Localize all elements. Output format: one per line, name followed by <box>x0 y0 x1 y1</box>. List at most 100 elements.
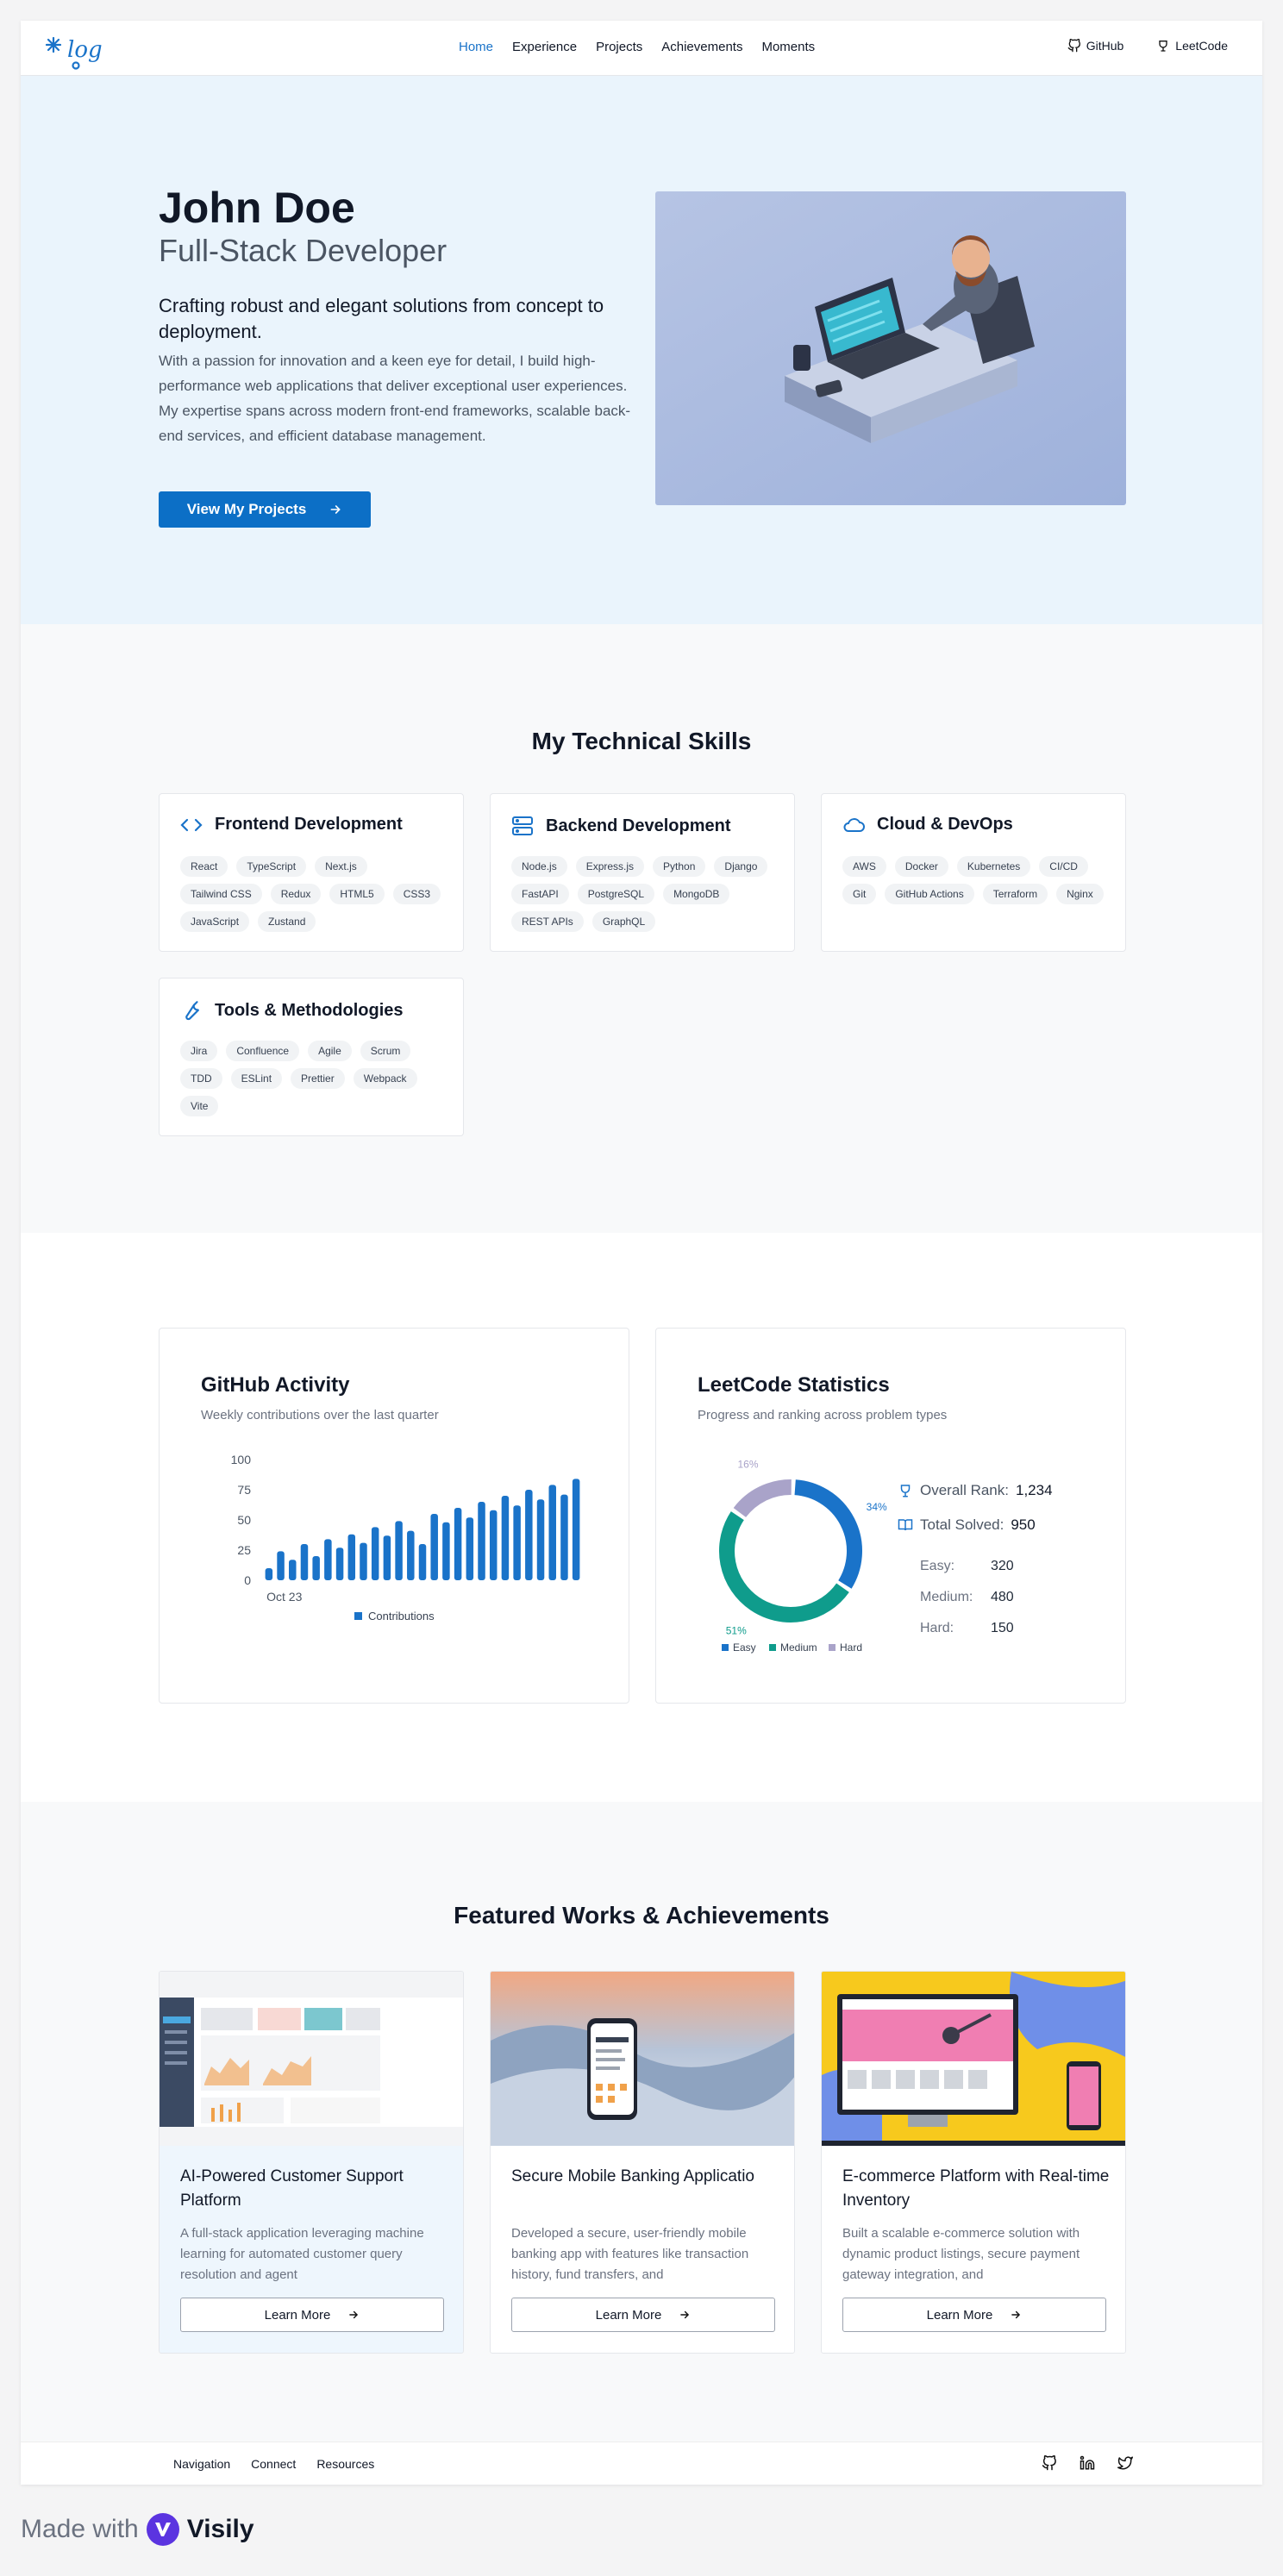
difficulty-label: Hard: <box>920 1621 954 1635</box>
contribution-bar <box>501 1496 510 1580</box>
contribution-bar <box>289 1560 297 1580</box>
nav-home[interactable]: Home <box>459 40 493 54</box>
contribution-bar <box>383 1535 391 1580</box>
learn-more-button[interactable]: Learn More <box>511 2298 775 2332</box>
hero-tagline: Crafting robust and elegant solutions fr… <box>159 295 604 342</box>
donut-slice <box>719 1511 849 1623</box>
skill-tag: Confluence <box>226 1041 300 1061</box>
overall-rank-value: 1,234 <box>1015 1482 1053 1498</box>
slice-label: 34% <box>867 1501 887 1513</box>
leetcode-donut-chart: 34% 51% 16% Easy Medium Hard <box>719 1459 887 1654</box>
skill-tag: Django <box>714 856 768 877</box>
github-label: GitHub <box>1086 39 1124 53</box>
nav-experience[interactable]: Experience <box>512 40 577 54</box>
skill-tag: MongoDB <box>663 884 730 904</box>
learn-more-button[interactable]: Learn More <box>842 2298 1106 2332</box>
contribution-bar <box>347 1534 356 1580</box>
github-icon[interactable] <box>1042 2455 1057 2471</box>
top-navbar: log Home Experience Projects Achievement… <box>21 21 1262 76</box>
learn-more-label: Learn More <box>595 2307 662 2323</box>
contribution-bar <box>360 1542 367 1580</box>
made-with-visily-badge[interactable]: Made with Visily <box>21 2512 254 2547</box>
nav-achievements[interactable]: Achievements <box>661 40 742 54</box>
book-icon <box>898 1519 913 1531</box>
footer-links: Navigation Connect Resources <box>173 2457 374 2471</box>
portfolio-page: log Home Experience Projects Achievement… <box>21 21 1262 2485</box>
skill-tag: TypeScript <box>236 856 307 877</box>
skill-card-tools: Tools & Methodologies Jira Confluence Ag… <box>159 978 464 1136</box>
leetcode-link[interactable]: LeetCode <box>1156 39 1228 53</box>
footer-link-navigation[interactable]: Navigation <box>173 2457 230 2471</box>
y-tick-label: 50 <box>237 1513 251 1527</box>
learn-more-button[interactable]: Learn More <box>180 2298 444 2332</box>
contribution-bar <box>300 1544 309 1580</box>
contribution-bar <box>525 1490 533 1580</box>
code-icon <box>180 818 203 831</box>
skill-card-title: Cloud & DevOps <box>877 815 1013 834</box>
skill-tag: Kubernetes <box>956 856 1031 877</box>
contribution-bar <box>572 1479 580 1580</box>
nav-projects[interactable]: Projects <box>596 40 642 54</box>
legend-swatch <box>722 1644 729 1651</box>
difficulty-value: 320 <box>991 1559 1014 1573</box>
skill-tag: Docker <box>894 856 948 877</box>
nav-external-links: GitHub LeetCode <box>1067 39 1228 53</box>
donut-slice <box>794 1479 862 1589</box>
contribution-bar <box>466 1517 474 1580</box>
contribution-bar <box>371 1527 379 1580</box>
legend-label: Easy <box>733 1641 756 1654</box>
contribution-bar <box>489 1510 498 1580</box>
difficulty-value: 480 <box>991 1590 1014 1604</box>
skill-card-backend: Backend Development Node.js Express.js P… <box>490 793 795 952</box>
overall-rank: Overall Rank: 1,234 <box>898 1482 1053 1499</box>
view-projects-button[interactable]: View My Projects <box>159 491 371 528</box>
work-card-ecommerce: E-commerce Platform with Real-time Inven… <box>821 1971 1126 2354</box>
skill-tag: Express.js <box>575 856 645 877</box>
skill-tag: JavaScript <box>180 911 250 932</box>
arrow-right-icon <box>680 2310 690 2319</box>
skill-card-frontend: Frontend Development React TypeScript Ne… <box>159 793 464 952</box>
nav-moments[interactable]: Moments <box>761 40 815 54</box>
skill-tag: Nginx <box>1056 884 1104 904</box>
work-description: Built a scalable e-commerce solution wit… <box>842 2226 1080 2282</box>
work-description: Developed a secure, user-friendly mobile… <box>511 2226 749 2282</box>
total-solved-label: Total Solved: <box>920 1516 1004 1533</box>
github-link[interactable]: GitHub <box>1067 39 1124 53</box>
visily-logo-icon <box>146 2513 179 2546</box>
stats-section: GitHub Activity Weekly contributions ove… <box>21 1233 1262 1802</box>
skill-tag: Webpack <box>353 1068 417 1089</box>
arrow-right-icon <box>349 2310 359 2319</box>
work-description: A full-stack application leveraging mach… <box>180 2226 424 2282</box>
y-tick-label: 100 <box>231 1453 252 1466</box>
nav-links: Home Experience Projects Achievements Mo… <box>459 40 815 54</box>
footer-link-resources[interactable]: Resources <box>316 2457 374 2471</box>
skill-tag: Jira <box>180 1041 218 1061</box>
legend-swatch <box>769 1644 776 1651</box>
difficulty-breakdown: Easy: 320 Medium: 480 Hard: 150 <box>920 1551 1041 1644</box>
arrow-right-icon <box>1011 2310 1021 2319</box>
work-card-mobile-banking: Secure Mobile Banking Applicatio Develop… <box>490 1971 795 2354</box>
skill-tag: HTML5 <box>329 884 385 904</box>
skill-tag: Zustand <box>258 911 316 932</box>
twitter-icon[interactable] <box>1117 2455 1133 2471</box>
trophy-icon <box>1159 41 1167 52</box>
difficulty-value: 150 <box>991 1621 1014 1635</box>
contribution-bar <box>265 1568 273 1580</box>
contribution-bar <box>560 1494 568 1580</box>
work-card-ai-support: AI-Powered Customer Support Platform A f… <box>159 1971 464 2354</box>
contribution-bar <box>395 1521 403 1580</box>
footer-link-connect[interactable]: Connect <box>251 2457 296 2471</box>
skill-tag: PostgreSQL <box>577 884 655 904</box>
skill-tag: GitHub Actions <box>885 884 974 904</box>
skill-tag: Git <box>842 884 877 904</box>
logo[interactable]: log <box>43 31 112 72</box>
github-contributions-chart: 0 25 50 75 100 Oct 23 Contributions <box>231 1453 580 1623</box>
skill-tag: FastAPI <box>511 884 569 904</box>
made-with-label: Made with <box>21 2515 139 2543</box>
footer-social-icons <box>1042 2455 1133 2471</box>
linkedin-icon[interactable] <box>1080 2455 1095 2471</box>
skill-tag: Tailwind CSS <box>180 884 262 904</box>
hero-description: With a passion for innovation and a keen… <box>159 353 631 444</box>
github-icon <box>1067 39 1080 53</box>
ecommerce-thumbnail <box>822 1972 1125 2146</box>
